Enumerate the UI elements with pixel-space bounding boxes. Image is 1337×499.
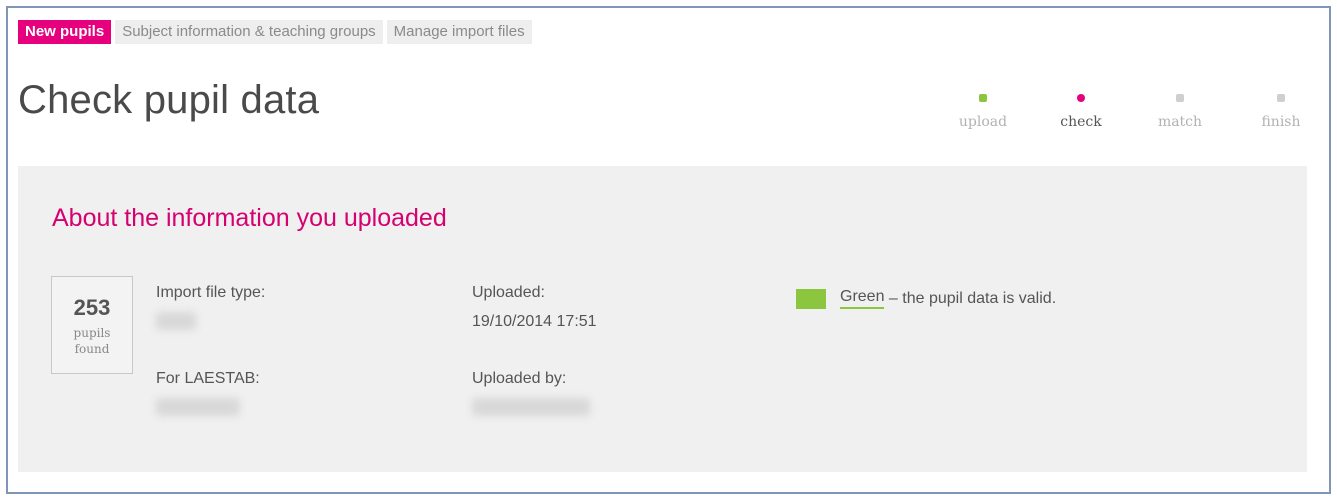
step-match-dot-icon xyxy=(1176,94,1184,102)
step-finish-label: finish xyxy=(1261,114,1301,130)
step-check: check xyxy=(1041,94,1121,130)
step-check-dot-icon xyxy=(1077,94,1085,102)
step-match-label: match xyxy=(1157,114,1203,130)
tab-new-pupils[interactable]: New pupils xyxy=(18,20,112,44)
pupil-count-value: 253 xyxy=(73,295,111,320)
validity-legend: Green – the pupil data is valid. xyxy=(796,288,1056,309)
uploaded-by-redacted xyxy=(472,398,590,416)
field-import-file-type: Import file type: xyxy=(156,284,265,335)
step-finish-dot-icon xyxy=(1277,94,1285,102)
step-match: match xyxy=(1140,94,1220,130)
window-frame: New pupils Subject information & teachin… xyxy=(6,6,1331,494)
tab-bar: New pupils Subject information & teachin… xyxy=(18,20,532,44)
legend-text: – the pupil data is valid. xyxy=(884,289,1057,307)
tab-subject-information[interactable]: Subject information & teaching groups xyxy=(115,20,383,44)
uploaded-label: Uploaded: xyxy=(472,284,545,301)
progress-steps: upload check match finish xyxy=(8,94,1329,144)
field-for-laestab: For LAESTAB: xyxy=(156,370,260,421)
step-upload-label: upload xyxy=(958,114,1008,130)
import-file-type-redacted xyxy=(156,312,196,330)
field-uploaded-by: Uploaded by: xyxy=(472,370,590,421)
pupil-count-unit: pupils found xyxy=(73,326,111,356)
step-finish: finish xyxy=(1241,94,1321,130)
import-file-type-label: Import file type: xyxy=(156,284,266,301)
legend-color-word[interactable]: Green xyxy=(840,288,885,309)
step-upload-dot-icon xyxy=(979,94,987,102)
uploaded-value: 19/10/2014 17:51 xyxy=(472,313,597,330)
panel-title: About the information you uploaded xyxy=(52,204,447,232)
step-upload: upload xyxy=(943,94,1023,130)
upload-info-panel: About the information you uploaded 253 p… xyxy=(18,166,1307,472)
uploaded-by-label: Uploaded by: xyxy=(472,370,567,387)
for-laestab-redacted xyxy=(156,398,240,416)
step-check-label: check xyxy=(1060,114,1102,130)
pupil-count-box: 253 pupils found xyxy=(51,276,133,374)
tab-manage-import-files[interactable]: Manage import files xyxy=(386,20,532,44)
field-uploaded: Uploaded: 19/10/2014 17:51 xyxy=(472,284,597,331)
green-swatch-icon xyxy=(796,288,826,309)
for-laestab-label: For LAESTAB: xyxy=(156,370,260,387)
